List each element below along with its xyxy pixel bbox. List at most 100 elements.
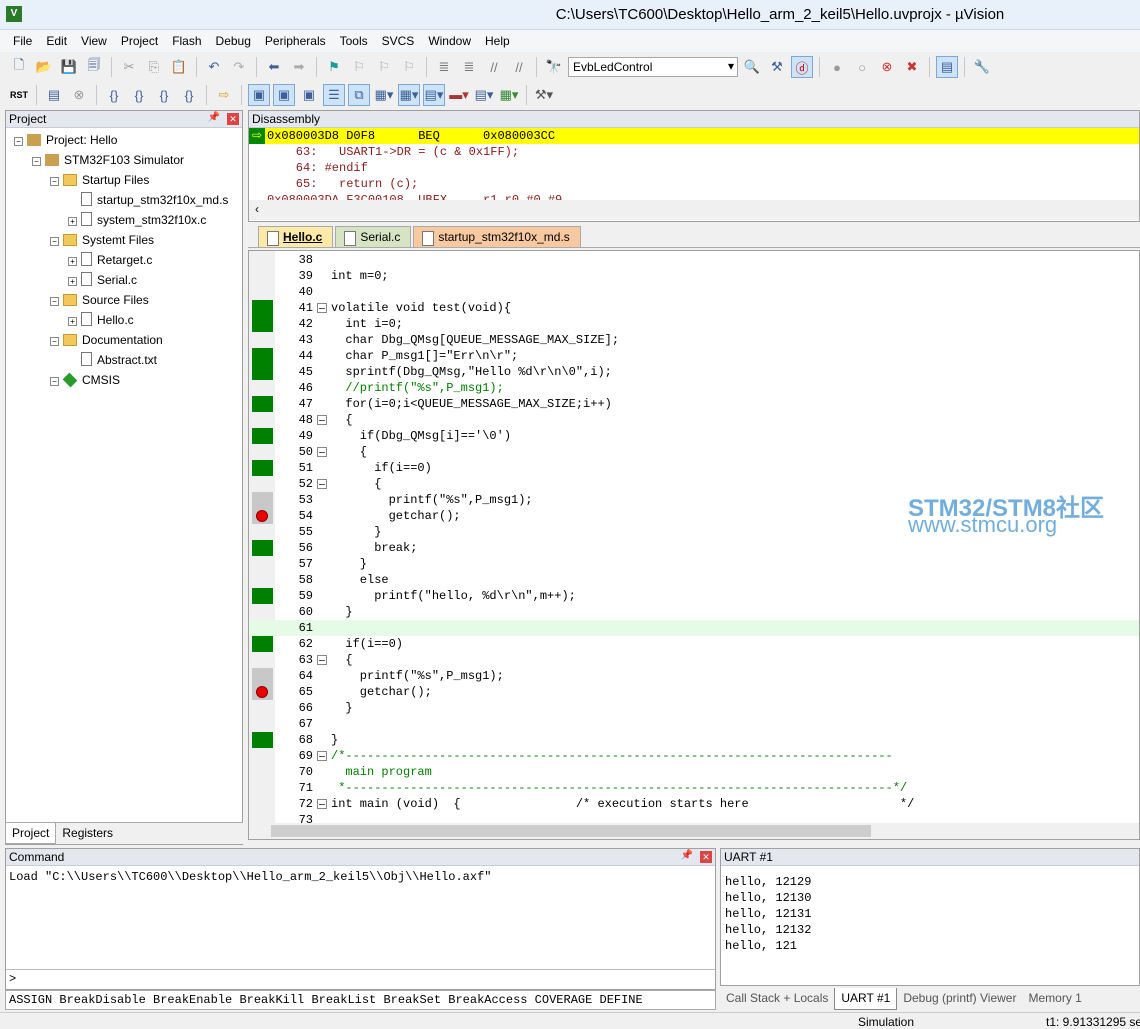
close-icon[interactable]: ✕ [227, 113, 239, 125]
tree-item[interactable]: −Abstract.txt [6, 350, 242, 370]
bottom-tab[interactable]: Memory 1 [1022, 988, 1087, 1010]
collapse-icon[interactable]: − [32, 157, 41, 166]
code-line[interactable]: 59 printf("hello, %d\r\n",m++); [249, 588, 1139, 604]
file-tab[interactable]: Serial.c [335, 226, 412, 247]
code-line[interactable]: 46 //printf("%s",P_msg1); [249, 380, 1139, 396]
disassembly-line[interactable]: 63: USART1->DR = (c & 0x1FF); [249, 144, 1139, 160]
expand-icon[interactable]: + [68, 257, 77, 266]
uncomment-icon[interactable]: // [508, 56, 530, 78]
code-line[interactable]: 65 getchar(); [249, 684, 1139, 700]
stop-icon[interactable]: ⊗ [68, 84, 90, 106]
show-next-statement-icon[interactable]: ⇨ [213, 84, 235, 106]
window-layout-icon[interactable]: ▤ [936, 56, 958, 78]
collapse-icon[interactable]: − [50, 237, 59, 246]
prev-bookmark-icon[interactable]: ⚐ [348, 56, 370, 78]
tree-item[interactable]: − Systemt Files [6, 230, 242, 250]
code-line[interactable]: 72 int main (void) { /* execution starts … [249, 796, 1139, 812]
code-line[interactable]: 51 if(i==0) [249, 460, 1139, 476]
file-tab[interactable]: Hello.c [258, 226, 334, 247]
breakpoint-icon[interactable] [256, 510, 268, 522]
coverage-marker[interactable] [252, 364, 273, 380]
collapse-icon[interactable]: − [50, 297, 59, 306]
registers-window-icon[interactable]: ☰ [323, 84, 345, 106]
enable-breakpoint-icon[interactable]: ○ [851, 56, 873, 78]
collapse-icon[interactable]: − [50, 177, 59, 186]
code-line[interactable]: 38 [249, 252, 1139, 268]
incremental-find-icon[interactable]: ⚒ [766, 56, 788, 78]
collapse-icon[interactable]: − [50, 337, 59, 346]
expand-icon[interactable]: + [68, 317, 77, 326]
coverage-marker[interactable] [252, 396, 273, 412]
cut-icon[interactable]: ✂ [118, 56, 140, 78]
pin-icon[interactable]: 📌 [208, 112, 220, 123]
trace-windows-icon[interactable]: ▤▾ [473, 84, 495, 106]
code-line[interactable]: 62 if(i==0) [249, 636, 1139, 652]
coverage-marker[interactable] [252, 348, 273, 364]
code-line[interactable]: 58 else [249, 572, 1139, 588]
command-input[interactable]: > [6, 969, 715, 989]
fold-icon[interactable] [317, 751, 327, 761]
disassembly-line[interactable]: 65: return (c); [249, 176, 1139, 192]
code-line[interactable]: 41 volatile void test(void){ [249, 300, 1139, 316]
bottom-tab[interactable]: Call Stack + Locals [720, 988, 834, 1010]
expand-icon[interactable]: + [68, 277, 77, 286]
system-viewer-icon[interactable]: ▦▾ [498, 84, 520, 106]
serial-windows-icon[interactable]: ▤▾ [423, 84, 445, 106]
coverage-marker[interactable] [252, 316, 273, 332]
code-line[interactable]: 39 int m=0; [249, 268, 1139, 284]
kill-breakpoints-icon[interactable]: ✖ [901, 56, 923, 78]
next-bookmark-icon[interactable]: ⚐ [373, 56, 395, 78]
code-line[interactable]: 43 char Dbg_QMsg[QUEUE_MESSAGE_MAX_SIZE]… [249, 332, 1139, 348]
find-in-files-icon[interactable]: 🔭 [543, 56, 565, 78]
menu-edit[interactable]: Edit [39, 30, 74, 52]
comment-icon[interactable]: // [483, 56, 505, 78]
step-out-icon[interactable]: {} [153, 84, 175, 106]
tree-item[interactable]: − Startup Files [6, 170, 242, 190]
code-line[interactable]: 50 { [249, 444, 1139, 460]
fold-icon[interactable] [317, 479, 327, 489]
insert-breakpoint-icon[interactable]: ● [826, 56, 848, 78]
copy-icon[interactable]: ⎘ [143, 56, 165, 78]
close-icon[interactable]: ✕ [700, 851, 712, 863]
code-editor[interactable]: 38 39 int m=0; 40 41 volatile void test(void)… [248, 250, 1140, 840]
nav-forward-icon[interactable]: ➡ [288, 56, 310, 78]
tree-item[interactable]: + system_stm32f10x.c [6, 210, 242, 230]
coverage-marker[interactable] [252, 428, 273, 444]
code-line[interactable]: 48 { [249, 412, 1139, 428]
disassembly-hscroll[interactable]: ‹ [249, 200, 1139, 220]
analysis-windows-icon[interactable]: ▬▾ [448, 84, 470, 106]
toolbox-icon[interactable]: ⚒▾ [533, 84, 555, 106]
disassembly-line[interactable]: 0x080003D8 D0F8 BEQ 0x080003CC ⇨ [249, 128, 1139, 144]
code-line[interactable]: 45 sprintf(Dbg_QMsg,"Hello %d\r\n\0",i); [249, 364, 1139, 380]
editor-hscroll[interactable] [249, 823, 1139, 839]
code-line[interactable]: 61 [249, 620, 1139, 636]
code-line[interactable]: 40 [249, 284, 1139, 300]
coverage-marker[interactable] [252, 300, 273, 316]
file-tab[interactable]: startup_stm32f10x_md.s [413, 226, 581, 247]
bookmark-icon[interactable]: ⚑ [323, 56, 345, 78]
menu-project[interactable]: Project [114, 30, 165, 52]
indent-icon[interactable]: ≣ [433, 56, 455, 78]
run-to-cursor-icon[interactable]: {} [178, 84, 200, 106]
symbols-window-icon[interactable]: ▣ [298, 84, 320, 106]
nav-back-icon[interactable]: ⬅ [263, 56, 285, 78]
gutter-marker[interactable] [252, 508, 273, 524]
menu-help[interactable]: Help [478, 30, 517, 52]
call-stack-window-icon[interactable]: ⧉ [348, 84, 370, 106]
fold-icon[interactable] [317, 799, 327, 809]
tree-item[interactable]: − Source Files [6, 290, 242, 310]
paste-icon[interactable]: 📋 [168, 56, 190, 78]
collapse-icon[interactable]: − [50, 377, 59, 386]
tree-item[interactable]: + Serial.c [6, 270, 242, 290]
open-icon[interactable]: 📂 [33, 56, 55, 78]
code-line[interactable]: 44 char P_msg1[]="Err\n\r"; [249, 348, 1139, 364]
command-window-icon[interactable]: ▣ [248, 84, 270, 106]
fold-icon[interactable] [317, 447, 327, 457]
tab-registers[interactable]: Registers [56, 823, 119, 844]
collapse-icon[interactable]: − [14, 137, 23, 146]
coverage-marker[interactable] [252, 460, 273, 476]
gutter-marker[interactable] [252, 684, 273, 700]
code-line[interactable]: 47 for(i=0;i<QUEUE_MESSAGE_MAX_SIZE;i++) [249, 396, 1139, 412]
coverage-marker[interactable] [252, 732, 273, 748]
redo-icon[interactable]: ↷ [228, 56, 250, 78]
